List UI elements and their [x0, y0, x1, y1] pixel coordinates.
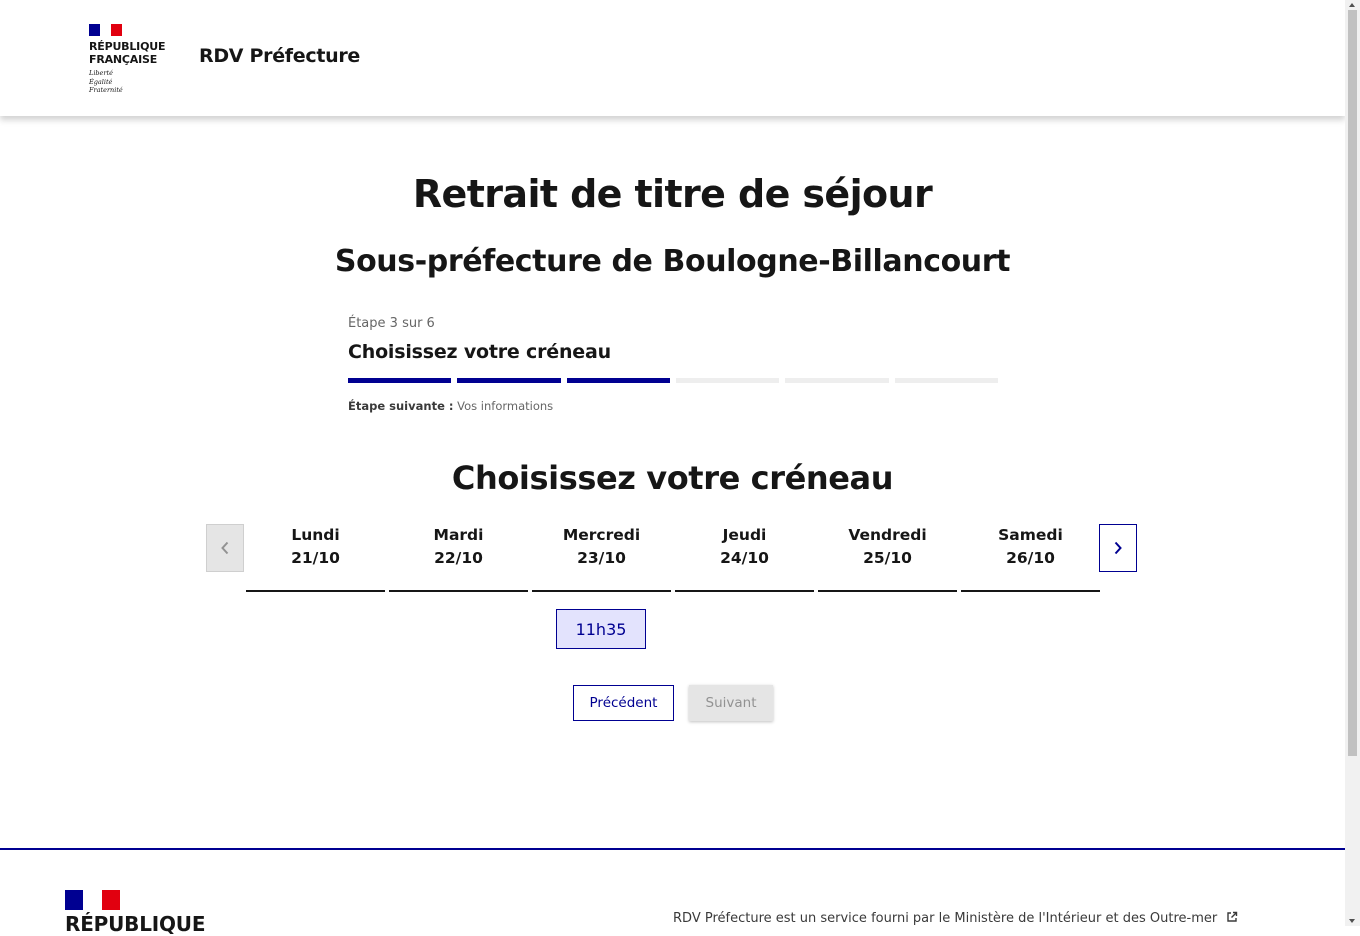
stepper-segment — [894, 378, 998, 383]
calendar-days: Lundi 21/10 Mardi 22/10 Mercredi 23/10 Jeudi 24… — [246, 524, 1100, 592]
day-column: Lundi 21/10 — [246, 524, 385, 592]
day-column: Mardi 22/10 — [389, 524, 528, 592]
stepper-next-label: Étape suivante : — [348, 399, 454, 413]
day-column: Jeudi 24/10 — [675, 524, 814, 592]
day-date: 21/10 — [291, 549, 340, 567]
footer-marianne-flag-icon — [65, 890, 120, 910]
footer-logo-name: RÉPUBLIQUE — [65, 912, 206, 936]
site-footer: RÉPUBLIQUE RDV Préfecture est un service… — [0, 848, 1345, 936]
service-title[interactable]: RDV Préfecture — [199, 45, 360, 67]
site-header: RÉPUBLIQUE FRANÇAISE Liberté Égalité Fra… — [0, 0, 1345, 116]
day-name: Samedi — [998, 526, 1063, 544]
page-title: Retrait de titre de séjour — [412, 172, 933, 216]
chevron-left-icon — [221, 541, 229, 555]
stepper-segment — [675, 378, 780, 383]
republique-logo[interactable]: RÉPUBLIQUE FRANÇAISE Liberté Égalité Fra… — [89, 24, 179, 95]
day-name: Vendredi — [848, 526, 927, 544]
footer-description[interactable]: RDV Préfecture est un service fourni par… — [673, 911, 1238, 926]
day-name: Mercredi — [562, 526, 641, 544]
day-name: Lundi — [291, 526, 340, 544]
chevron-right-icon — [1114, 541, 1122, 555]
previous-week-button[interactable] — [206, 524, 244, 572]
scroll-up-icon[interactable] — [1349, 3, 1355, 7]
day-date: 24/10 — [720, 549, 769, 567]
day-name: Jeudi — [722, 526, 767, 544]
stepper-segment — [566, 378, 670, 383]
next-button[interactable]: Suivant — [689, 685, 773, 721]
day-name: Mardi — [433, 526, 484, 544]
page-scrollbar[interactable] — [1345, 0, 1360, 926]
stepper: Étape 3 sur 6 Choisissez votre créneau É… — [348, 316, 998, 413]
day-date: 26/10 — [1006, 549, 1055, 567]
marianne-flag-icon — [89, 24, 122, 36]
stepper-segment — [785, 378, 889, 383]
day-column: Samedi 26/10 — [961, 524, 1100, 592]
day-column: Vendredi 25/10 — [818, 524, 957, 592]
external-link-icon — [1227, 911, 1238, 922]
day-date: 23/10 — [577, 549, 626, 567]
footer-description-text[interactable]: RDV Préfecture est un service fourni par… — [673, 911, 1217, 926]
previous-button[interactable]: Précédent — [573, 685, 674, 721]
scrollbar-thumb[interactable] — [1348, 10, 1357, 756]
day-date: 22/10 — [434, 549, 483, 567]
day-date: 25/10 — [863, 549, 912, 567]
logo-name: RÉPUBLIQUE FRANÇAISE — [89, 40, 166, 66]
stepper-segment — [348, 378, 452, 383]
stepper-next-value: Vos informations — [457, 399, 554, 413]
calendar-title: Choisissez votre créneau — [451, 459, 894, 497]
scroll-down-icon[interactable] — [1349, 919, 1355, 923]
logo-motto: Liberté Égalité Fraternité — [89, 69, 123, 94]
time-slot-button[interactable]: 11h35 — [556, 609, 646, 649]
stepper-title: Choisissez votre créneau — [348, 341, 611, 363]
stepper-state: Étape 3 sur 6 — [348, 316, 435, 331]
next-week-button[interactable] — [1099, 524, 1137, 572]
stepper-segment — [457, 378, 561, 383]
day-column: Mercredi 23/10 — [532, 524, 671, 592]
stepper-progress — [348, 378, 998, 383]
stepper-next-step: Étape suivante : Vos informations — [348, 399, 998, 413]
page-subtitle: Sous-préfecture de Boulogne-Billancourt — [334, 244, 1011, 279]
